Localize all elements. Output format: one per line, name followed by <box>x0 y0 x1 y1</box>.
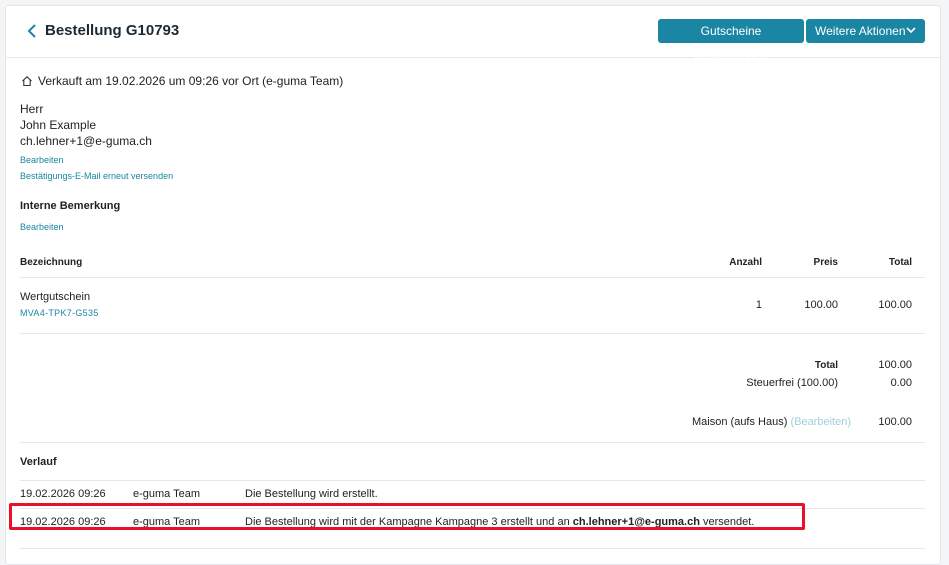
edit-customer-link[interactable]: Bearbeiten <box>20 155 64 165</box>
chevron-left-icon[interactable] <box>26 23 38 39</box>
column-header-total: Total <box>888 257 912 268</box>
page-header: Bestellung G10793 Gutscheine herunterlad… <box>6 6 942 62</box>
total-label: Total <box>814 360 838 371</box>
column-header-qty: Anzahl <box>729 257 762 268</box>
voucher-code-link[interactable]: MVA4-TPK7-G535 <box>20 308 99 318</box>
divider <box>20 548 925 549</box>
tax-label: Steuerfrei (100.00) <box>746 377 838 389</box>
download-vouchers-button[interactable]: Gutscheine herunterladen <box>658 19 804 62</box>
highlight-box <box>9 503 805 530</box>
edit-internal-note-link[interactable]: Bearbeiten <box>20 222 64 232</box>
payment-mode-label: Maison (aufs Haus) <box>692 416 788 428</box>
resend-confirmation-link[interactable]: Bestätigungs-E-Mail erneut versenden <box>20 171 173 181</box>
divider <box>20 277 925 278</box>
history-time: 19.02.2026 09:26 <box>20 488 106 500</box>
history-message-text: Die Bestellung wird erstellt. <box>245 488 378 500</box>
internal-note-heading: Interne Bemerkung <box>20 200 121 212</box>
divider <box>20 333 925 334</box>
customer-email: ch.lehner+1@e-guma.ch <box>20 134 152 148</box>
payment-mode-value: 100.00 <box>878 416 912 428</box>
customer-salutation: Herr <box>20 102 44 116</box>
history-message: Die Bestellung wird erstellt. <box>245 488 378 500</box>
payment-mode: Maison (aufs Haus) (Bearbeiten) <box>606 416 851 428</box>
item-name: Wertgutschein <box>20 291 91 303</box>
customer-name: John Example <box>20 118 97 132</box>
column-header-price: Preis <box>813 257 838 268</box>
item-price: 100.00 <box>804 299 838 311</box>
tax-value: 0.00 <box>890 377 912 389</box>
sale-info: Verkauft am 19.02.2026 um 09:26 vor Ort … <box>38 74 344 88</box>
divider <box>20 480 925 481</box>
more-actions-button[interactable]: Weitere Aktionen <box>806 19 925 43</box>
item-qty: 1 <box>755 299 762 311</box>
column-header-name: Bezeichnung <box>20 257 83 268</box>
home-icon <box>21 74 33 87</box>
chevron-down-icon <box>906 19 916 53</box>
history-user: e-guma Team <box>133 488 201 500</box>
order-card: Bestellung G10793 Gutscheine herunterlad… <box>5 5 942 565</box>
history-heading: Verlauf <box>20 456 57 468</box>
edit-payment-mode-link[interactable]: (Bearbeiten) <box>790 416 851 428</box>
divider <box>20 442 925 443</box>
more-actions-label: Weitere Aktionen <box>815 24 906 38</box>
page-title: Bestellung G10793 <box>45 22 180 39</box>
total-value: 100.00 <box>878 359 912 371</box>
item-total: 100.00 <box>878 299 912 311</box>
